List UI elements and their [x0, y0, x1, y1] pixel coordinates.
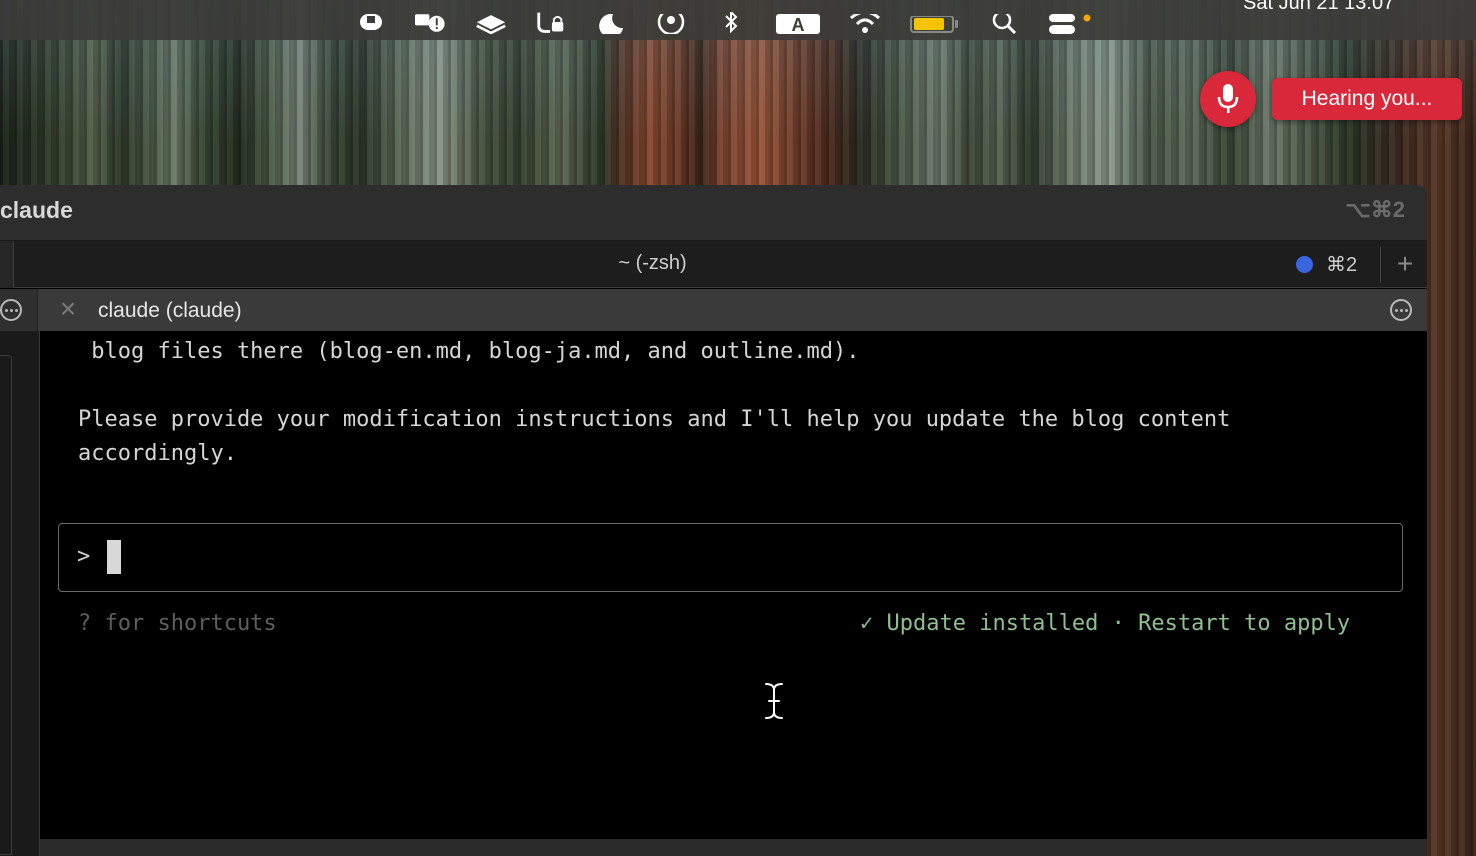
input-source-icon[interactable]: A: [775, 6, 821, 34]
terminal-line: accordingly.: [78, 441, 237, 466]
app-alert-icon[interactable]: [415, 6, 447, 34]
pane-menu-icon[interactable]: [1390, 299, 1412, 321]
pane-header: × claude (claude): [0, 289, 1427, 331]
menu-bar-clock[interactable]: Sat Jun 21 13:07: [1243, 0, 1394, 15]
pane-left-menu-icon[interactable]: [0, 299, 22, 321]
prompt-char: >: [77, 544, 91, 569]
pane-close-icon[interactable]: ×: [56, 295, 80, 323]
microphone-icon: [1217, 84, 1239, 113]
shortcuts-hint: ? for shortcuts: [78, 611, 277, 636]
tab-bar: ~ (-zsh) ⌘2 +: [0, 241, 1427, 288]
dictation-status: Hearing you...: [1272, 78, 1462, 120]
window-titlebar[interactable]: claude ⌥⌘2: [0, 185, 1427, 241]
search-icon[interactable]: [989, 6, 1021, 34]
layers-icon[interactable]: [475, 6, 507, 34]
stop-icon[interactable]: [355, 6, 387, 34]
privacy-icon[interactable]: [535, 6, 567, 34]
tab-divider: [1380, 247, 1381, 283]
pane-left-strip: [0, 289, 38, 331]
terminal-line: Please provide your modification instruc…: [78, 407, 1231, 432]
window-shortcut: ⌥⌘2: [1345, 197, 1405, 222]
user-icon[interactable]: [655, 6, 687, 34]
tab-shortcut: ⌘2: [1326, 254, 1358, 276]
menu-bar: A Sat Jun 21 13:07: [0, 0, 1476, 40]
ibeam-cursor-icon: [763, 681, 785, 725]
control-center-icon[interactable]: [1049, 6, 1093, 34]
bottom-pane-edge: [40, 839, 1427, 856]
prompt-input[interactable]: >: [58, 523, 1403, 592]
bluetooth-icon[interactable]: [715, 6, 747, 34]
left-pane-edge[interactable]: [0, 355, 12, 855]
update-notice: ✓ Update installed · Restart to apply: [860, 611, 1351, 636]
input-source-label: A: [776, 14, 820, 34]
moon-icon[interactable]: [595, 6, 627, 34]
tab-zsh[interactable]: ~ (-zsh): [0, 252, 1305, 275]
tab-activity-dot: [1296, 256, 1313, 273]
text-cursor: [107, 540, 121, 574]
wifi-icon[interactable]: [849, 6, 881, 34]
left-pane-gutter: [0, 331, 40, 856]
window-title: claude: [0, 197, 73, 223]
terminal-window: claude ⌥⌘2 ~ (-zsh) ⌘2 + × claude (claud…: [0, 185, 1427, 856]
pane-title: claude (claude): [98, 299, 242, 322]
battery-icon[interactable]: [909, 6, 961, 34]
terminal-output[interactable]: blog files there (blog-en.md, blog-ja.md…: [40, 331, 1427, 856]
new-tab-button[interactable]: +: [1392, 247, 1418, 281]
terminal-line: blog files there (blog-en.md, blog-ja.md…: [78, 339, 860, 364]
dictation-mic-button[interactable]: [1200, 71, 1256, 127]
